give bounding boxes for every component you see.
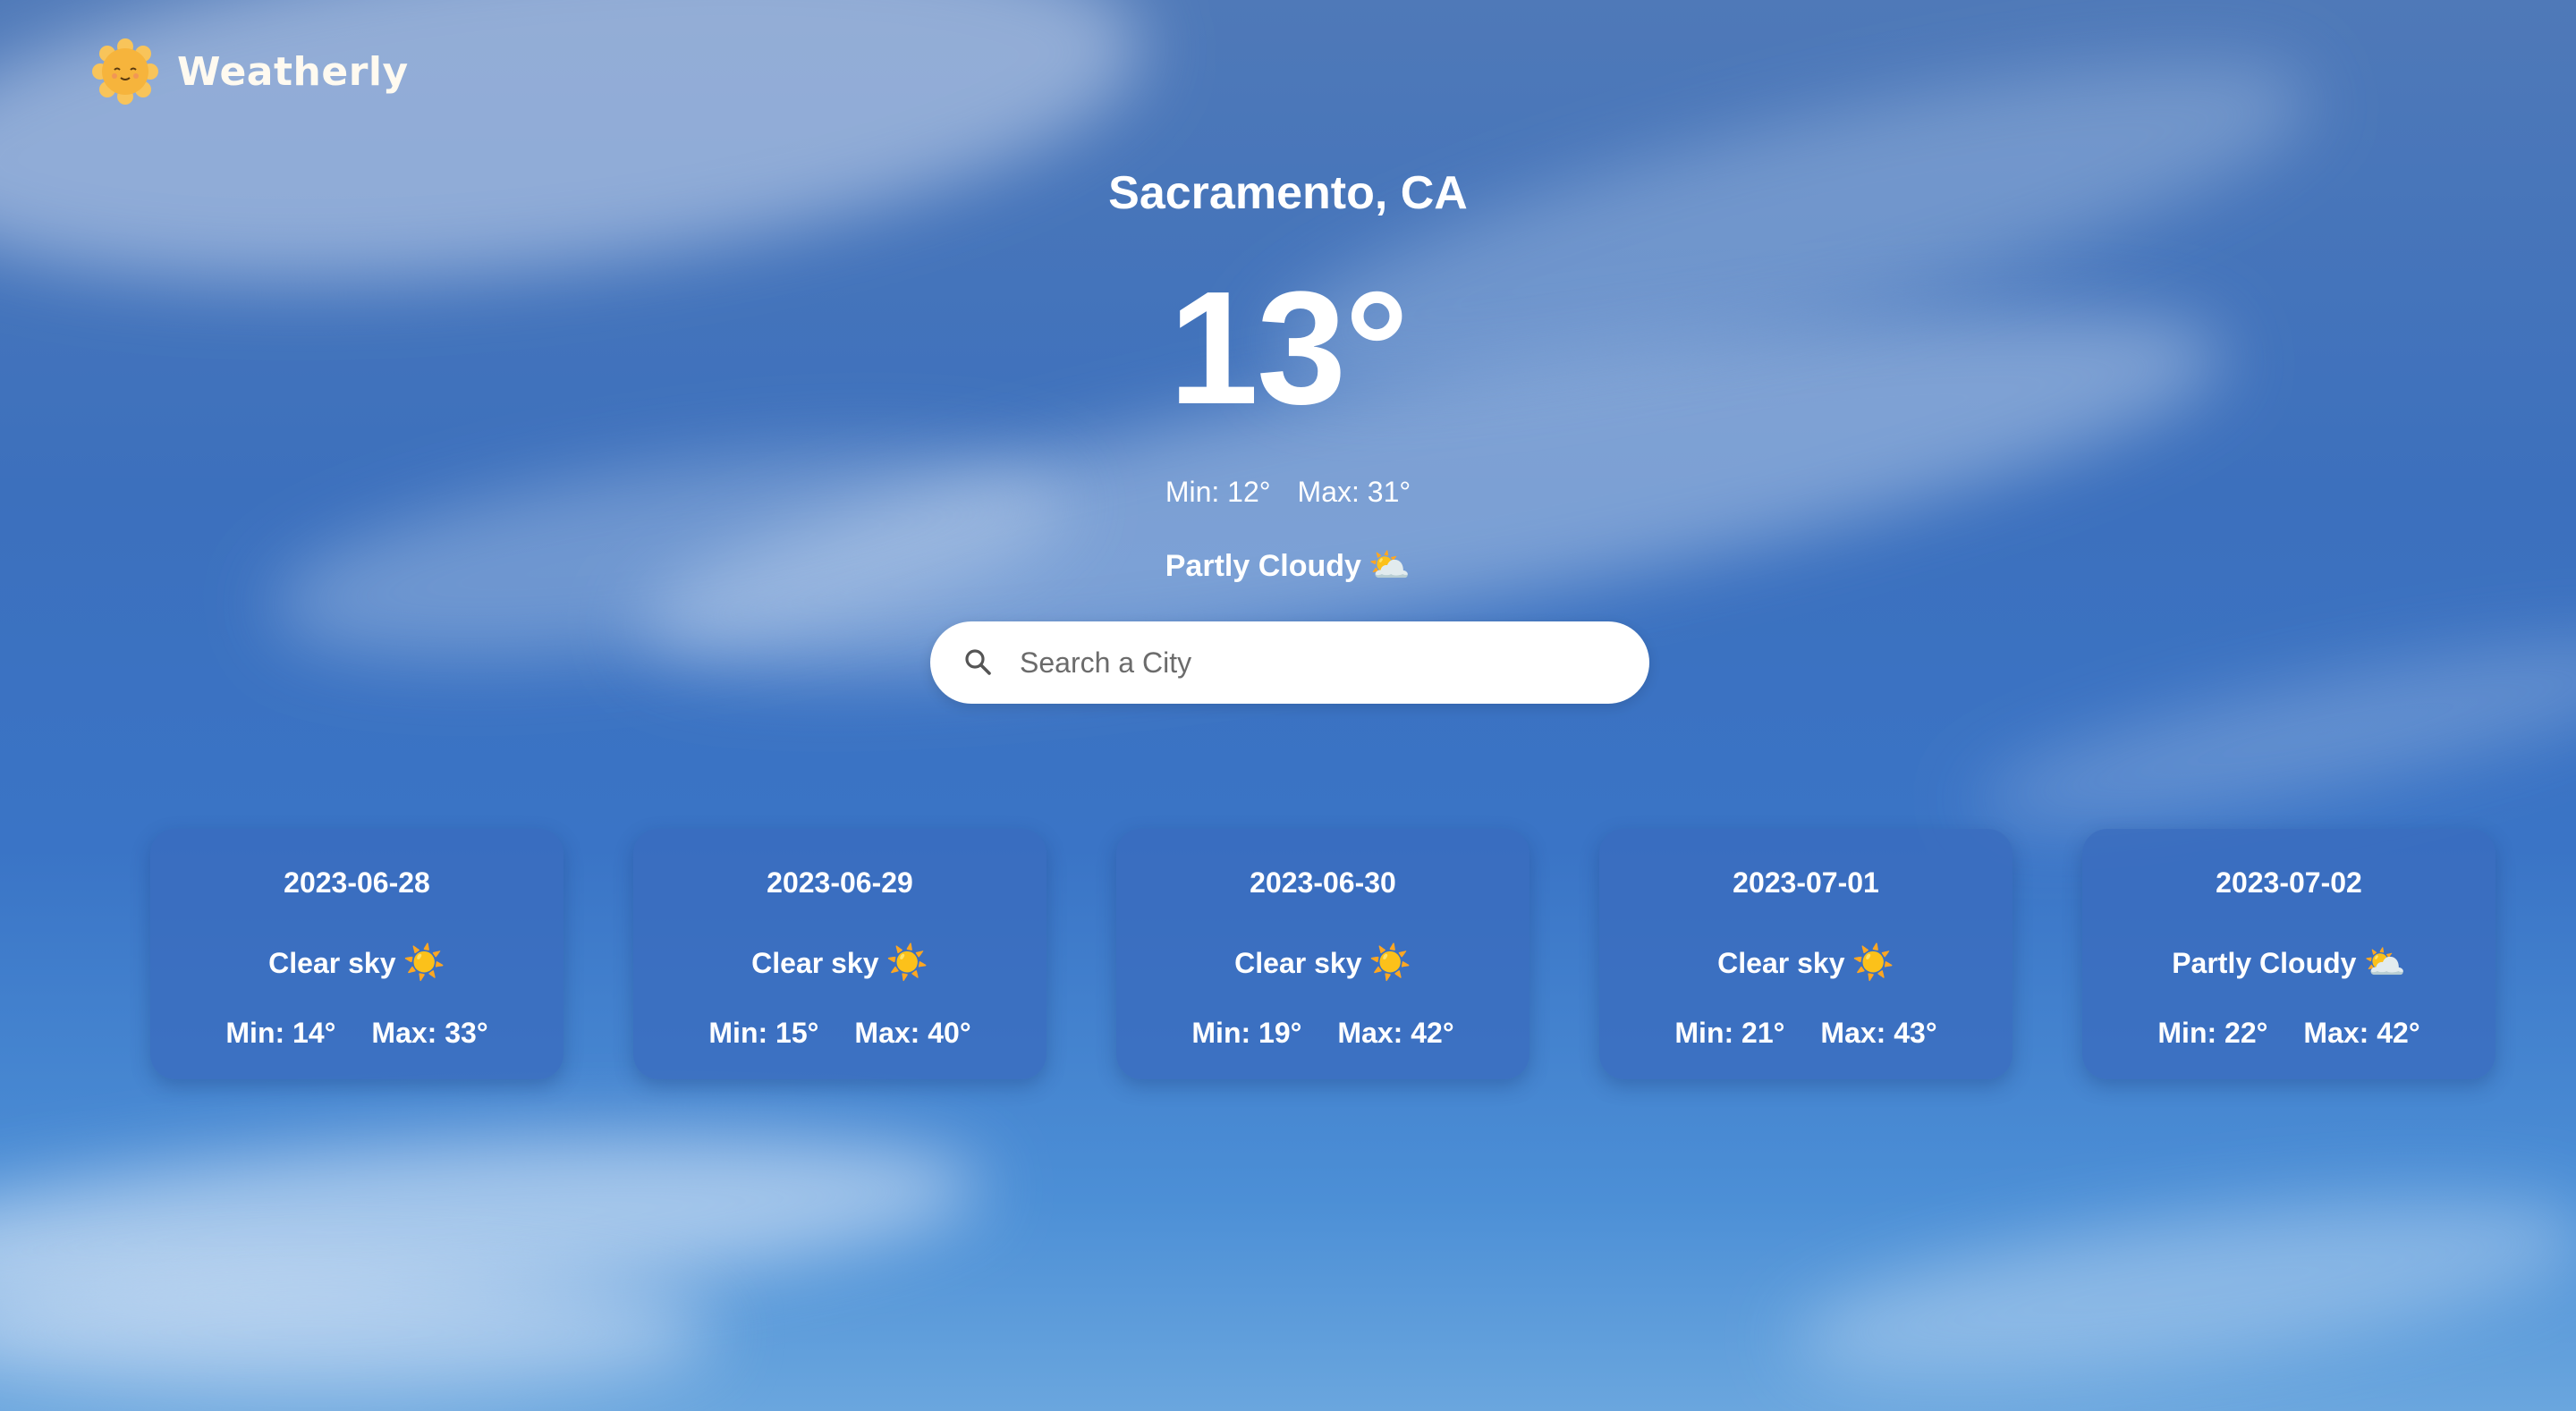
forecast-condition: Clear sky ☀️ [150,945,564,981]
current-max: Max: 31° [1297,476,1411,508]
forecast-max: Max: 42° [2303,1017,2420,1049]
forecast-condition-label: Partly Cloudy [2172,947,2357,979]
forecast-min: Min: 14° [225,1017,336,1049]
current-condition-label: Partly Cloudy [1165,548,1361,583]
forecast-date: 2023-07-01 [1733,866,1879,899]
forecast-max: Max: 33° [371,1017,488,1049]
forecast-min: Min: 15° [708,1017,819,1049]
forecast-date: 2023-06-30 [1250,866,1396,899]
forecast-condition: Partly Cloudy ⛅ [2082,945,2496,981]
forecast-min: Min: 22° [2157,1017,2268,1049]
city-name: Sacramento, CA [1108,167,1468,219]
forecast-card: 2023-07-02 Partly Cloudy ⛅ Min: 22° Max:… [2082,829,2496,1079]
current-temperature: 13° [1168,258,1409,438]
forecast-min-max: Min: 22° Max: 42° [2082,1015,2496,1051]
forecast-date: 2023-06-29 [767,866,913,899]
smiling-sun-icon [89,36,161,107]
current-weather: Sacramento, CA 13° Min: 12° Max: 31° Par… [0,161,2576,586]
forecast-card: 2023-07-01 Clear sky ☀️ Min: 21° Max: 43… [1599,829,2012,1079]
current-min: Min: 12° [1165,476,1271,508]
sun-icon: ☀️ [886,944,928,982]
forecast-max: Max: 40° [854,1017,971,1049]
partly-cloudy-icon: ⛅ [2363,944,2406,982]
app-logo[interactable]: Weatherly [89,36,409,107]
forecast-min: Min: 19° [1191,1017,1302,1049]
forecast-condition: Clear sky ☀️ [633,945,1046,981]
forecast-min: Min: 21° [1674,1017,1785,1049]
current-min-max: Min: 12° Max: 31° [0,476,2576,509]
forecast-date: 2023-07-02 [2216,866,2362,899]
forecast-card: 2023-06-28 Clear sky ☀️ Min: 14° Max: 33… [150,829,564,1079]
forecast-condition-label: Clear sky [751,947,879,979]
sun-icon: ☀️ [402,944,445,982]
forecast-condition-label: Clear sky [1234,947,1362,979]
sun-icon: ☀️ [1852,944,1894,982]
forecast-list: 2023-06-28 Clear sky ☀️ Min: 14° Max: 33… [150,829,2496,1079]
search-icon [962,646,995,679]
current-condition: Partly Cloudy ⛅ [0,546,2576,586]
forecast-min-max: Min: 19° Max: 42° [1116,1015,1530,1051]
partly-cloudy-icon: ⛅ [1368,547,1411,585]
forecast-max: Max: 42° [1337,1017,1454,1049]
forecast-min-max: Min: 21° Max: 43° [1599,1015,2012,1051]
search-input[interactable] [1018,645,1630,680]
forecast-max: Max: 43° [1820,1017,1937,1049]
forecast-min-max: Min: 14° Max: 33° [150,1015,564,1051]
app-name: Weatherly [177,48,409,95]
forecast-condition-label: Clear sky [268,947,396,979]
sun-icon: ☀️ [1368,944,1411,982]
city-search[interactable] [930,621,1649,704]
forecast-min-max: Min: 15° Max: 40° [633,1015,1046,1051]
forecast-card: 2023-06-30 Clear sky ☀️ Min: 19° Max: 42… [1116,829,1530,1079]
forecast-card: 2023-06-29 Clear sky ☀️ Min: 15° Max: 40… [633,829,1046,1079]
forecast-condition: Clear sky ☀️ [1599,945,2012,981]
forecast-condition-label: Clear sky [1717,947,1845,979]
forecast-condition: Clear sky ☀️ [1116,945,1530,981]
forecast-date: 2023-06-28 [284,866,430,899]
